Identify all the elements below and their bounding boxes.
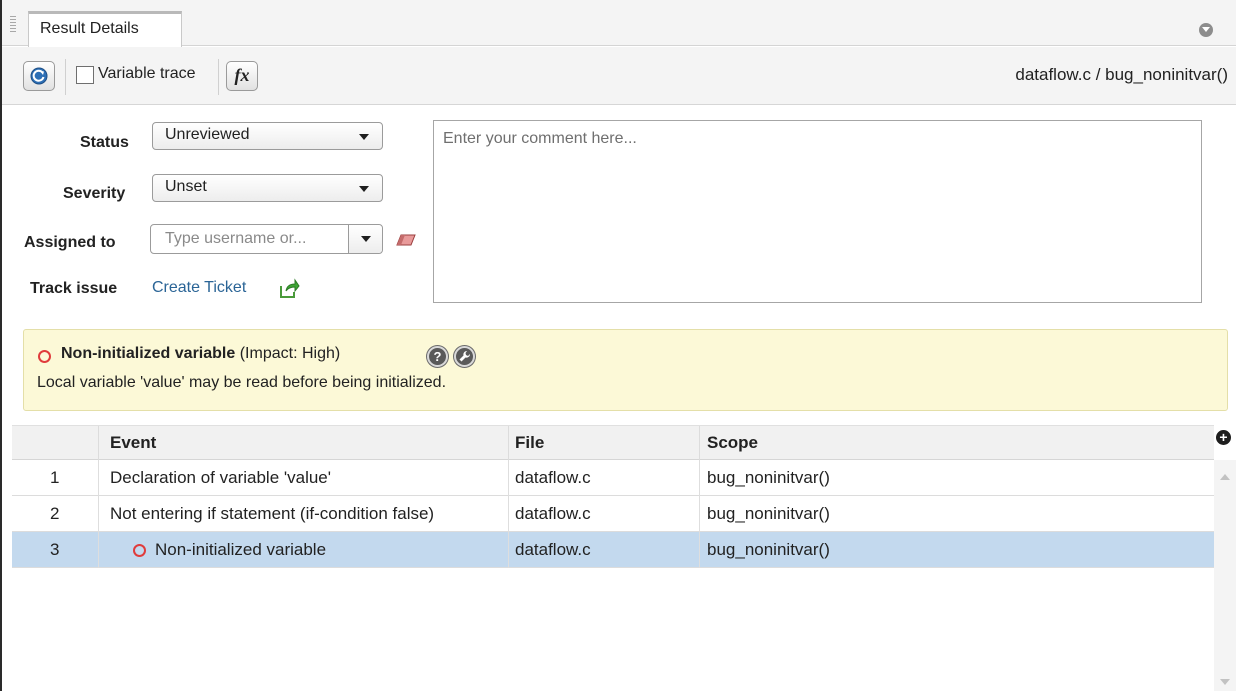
cell-divider [98, 532, 99, 568]
cell-divider [699, 532, 700, 568]
toolbar-separator [65, 59, 66, 95]
cell-divider [508, 460, 509, 496]
assigned-to-input[interactable] [152, 226, 347, 252]
defect-name: Non-initialized variable [61, 345, 236, 362]
file-cell: dataflow.c [515, 468, 591, 487]
variable-trace-label: Variable trace [98, 65, 196, 82]
row-number: 2 [50, 504, 60, 523]
add-column-icon[interactable]: + [1216, 430, 1231, 445]
cell-divider [98, 460, 99, 496]
cell-divider [508, 496, 509, 532]
defect-circle-icon [133, 544, 146, 557]
panel-menu-icon[interactable] [1199, 23, 1213, 37]
help-icon[interactable]: ? [427, 346, 448, 367]
toolbar: Variable trace fx dataflow.c / bug_nonin… [2, 47, 1236, 105]
chevron-down-icon [359, 134, 369, 140]
refresh-button[interactable] [23, 61, 55, 91]
assigned-to-dropdown-button[interactable] [348, 225, 382, 253]
status-select[interactable]: Unreviewed [152, 122, 383, 150]
event-cell: Declaration of variable 'value' [110, 468, 331, 487]
defect-summary: Non-initialized variable (Impact: High) … [23, 329, 1228, 411]
severity-select[interactable]: Unset [152, 174, 383, 202]
toolbar-separator [218, 59, 219, 95]
variable-trace-checkbox[interactable] [76, 66, 94, 84]
event-table: Event File Scope 1 Declaration of variab… [12, 425, 1214, 691]
scope-cell: bug_noninitvar() [707, 540, 830, 559]
column-divider[interactable] [699, 426, 700, 461]
vertical-scrollbar[interactable] [1214, 460, 1236, 691]
comment-box[interactable] [433, 120, 1202, 303]
assigned-to-label: Assigned to [24, 234, 116, 251]
severity-value: Unset [165, 178, 207, 195]
table-row-selected[interactable]: 3 Non-initialized variable dataflow.c bu… [12, 532, 1214, 568]
comment-textarea[interactable] [434, 121, 1201, 302]
tab-label: Result Details [40, 20, 139, 37]
event-cell: Non-initialized variable [155, 540, 327, 559]
column-divider[interactable] [98, 426, 99, 461]
breadcrumb: dataflow.c / bug_noninitvar() [1015, 65, 1228, 84]
result-details-panel: Result Details Variable trace fx dataflo… [0, 0, 1236, 691]
fx-button[interactable]: fx [226, 61, 258, 91]
column-header-file[interactable]: File [515, 433, 544, 453]
tab-result-details[interactable]: Result Details [28, 11, 182, 47]
drag-grip-icon[interactable] [10, 16, 16, 34]
row-number: 1 [50, 468, 60, 487]
severity-label: Severity [63, 185, 126, 202]
column-header-event[interactable]: Event [110, 433, 156, 453]
status-value: Unreviewed [165, 126, 250, 143]
status-label: Status [80, 134, 129, 151]
table-header: Event File Scope [12, 425, 1214, 461]
defect-circle-icon [38, 350, 51, 363]
wrench-icon[interactable] [454, 346, 475, 367]
scope-cell: bug_noninitvar() [707, 468, 830, 487]
row-number: 3 [50, 540, 60, 559]
eraser-icon[interactable] [395, 234, 417, 246]
column-header-scope[interactable]: Scope [707, 433, 758, 453]
defect-title: Non-initialized variable (Impact: High) [61, 345, 340, 363]
refresh-icon [30, 67, 48, 85]
track-issue-label: Track issue [30, 280, 118, 297]
cell-divider [699, 496, 700, 532]
cell-divider [98, 496, 99, 532]
tab-strip: Result Details [2, 0, 1236, 47]
column-divider[interactable] [508, 426, 509, 461]
file-cell: dataflow.c [515, 540, 591, 559]
defect-description: Local variable 'value' may be read befor… [37, 374, 447, 391]
defect-impact: (Impact: High) [239, 345, 341, 362]
table-row[interactable]: 1 Declaration of variable 'value' datafl… [12, 460, 1214, 496]
file-cell: dataflow.c [515, 504, 591, 523]
event-cell: Not entering if statement (if-condition … [110, 504, 435, 523]
scroll-down-icon[interactable] [1220, 679, 1230, 685]
cell-divider [508, 532, 509, 568]
scope-cell: bug_noninitvar() [707, 504, 830, 523]
cell-divider [699, 460, 700, 496]
assigned-to-combobox[interactable] [150, 224, 383, 254]
wrench-glyph-icon [459, 350, 471, 362]
table-row[interactable]: 2 Not entering if statement (if-conditio… [12, 496, 1214, 532]
scroll-up-icon[interactable] [1220, 474, 1230, 480]
create-ticket-link[interactable]: Create Ticket [152, 279, 246, 297]
chevron-down-icon [359, 186, 369, 192]
external-link-icon[interactable] [278, 278, 300, 300]
